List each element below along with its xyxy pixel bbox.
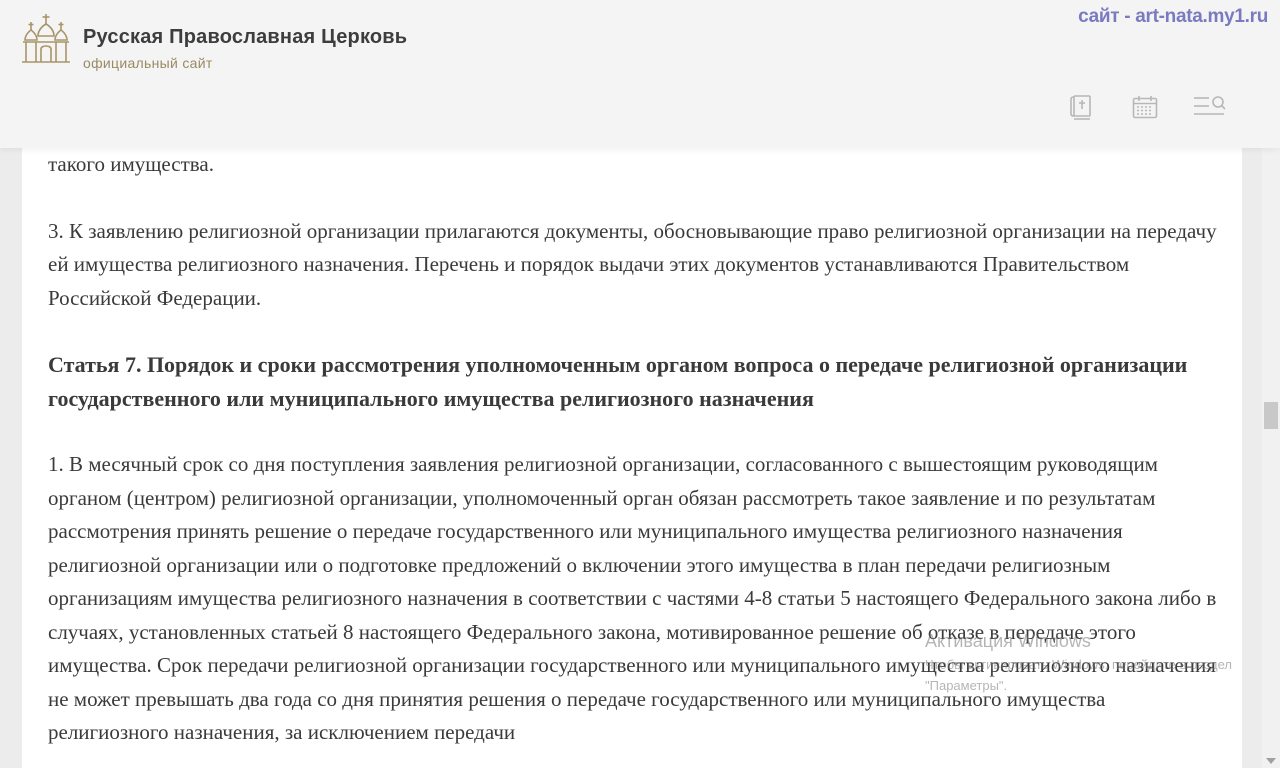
article-heading-7: Статья 7. Порядок и сроки рассмотрения у… — [48, 352, 1188, 411]
site-subtitle: официальный сайт — [83, 55, 213, 71]
church-logo-icon[interactable] — [20, 12, 72, 68]
menu-search-icon — [1194, 96, 1226, 115]
windows-activation-watermark: Активация Windows Чтобы активировать Win… — [925, 631, 1245, 696]
site-header: Русская Православная Церковь официальный… — [0, 0, 1280, 148]
windows-activation-title: Активация Windows — [925, 631, 1091, 651]
bible-button[interactable] — [1065, 90, 1099, 124]
calendar-icon — [1132, 96, 1158, 119]
windows-activation-subtitle: Чтобы активировать Windows, перейдите в … — [925, 657, 1232, 693]
article-paragraph-3: 3. К заявлению религиозной организации п… — [48, 218, 1217, 310]
calendar-button[interactable] — [1128, 90, 1162, 124]
article-paragraph-7-1: 1. В месячный срок со дня поступления за… — [48, 452, 1217, 744]
site-watermark: сайт - art-nata.my1.ru — [1078, 6, 1268, 27]
scrollbar-thumb[interactable] — [1264, 402, 1278, 429]
article-fragment: такого имущества. — [48, 152, 214, 176]
site-title[interactable]: Русская Православная Церковь — [83, 26, 407, 49]
menu-search-button[interactable] — [1190, 90, 1230, 124]
scroll-down-arrow-icon[interactable] — [1266, 758, 1276, 764]
bible-icon — [1070, 95, 1091, 120]
